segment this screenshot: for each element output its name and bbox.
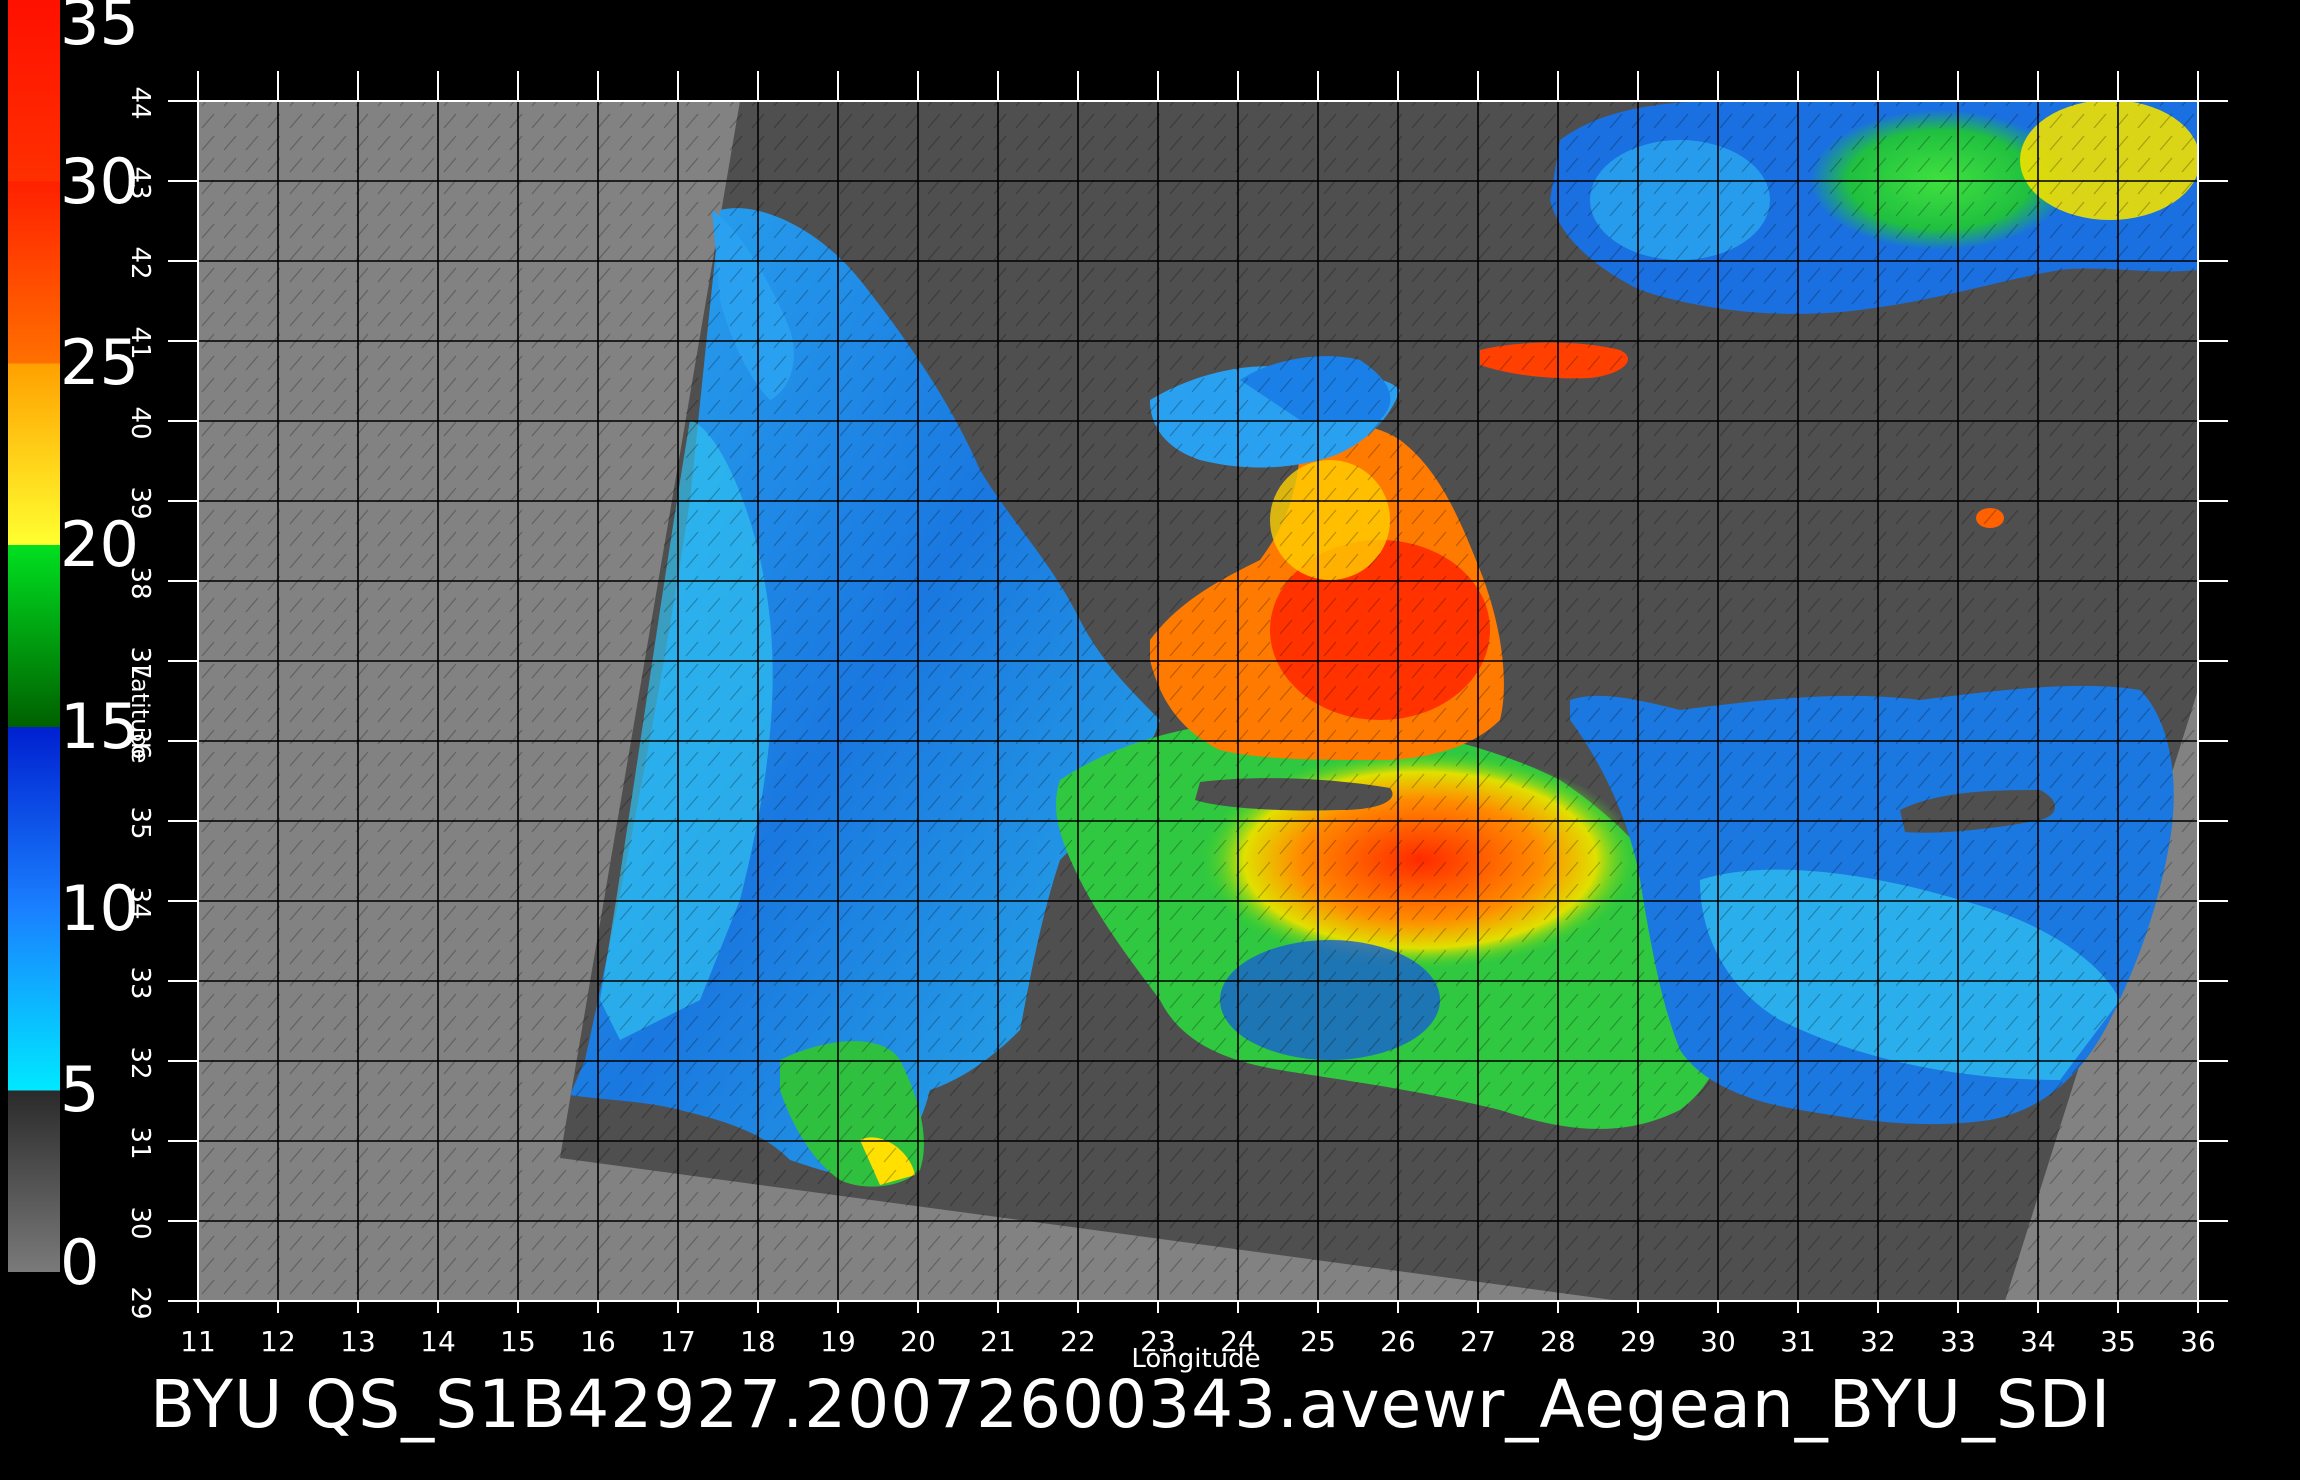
colorbar-label: 35 [60,0,139,59]
longitude-tick-label: 27 [1460,1325,1496,1358]
longitude-tick-label: 13 [340,1325,376,1358]
latitude-tick-label: 31 [125,1126,155,1160]
latitude-tick-label: 38 [125,566,155,600]
latitude-tick-label: 29 [125,1286,155,1320]
longitude-tick-label: 33 [1940,1325,1976,1358]
longitude-tick-label: 20 [900,1325,936,1358]
longitude-tick-label: 21 [980,1325,1016,1358]
latitude-tick-label: 32 [125,1046,155,1080]
longitude-tick-label: 31 [1780,1325,1816,1358]
wind-vectors [198,101,2198,1301]
longitude-tick-label: 26 [1380,1325,1416,1358]
colorbar [8,0,60,1272]
longitude-tick-label: 28 [1540,1325,1576,1358]
colorbar-label: 5 [60,1053,100,1127]
longitude-tick-label: 14 [420,1325,456,1358]
y-axis-label: Latitude [126,664,154,764]
longitude-tick-label: 32 [1860,1325,1896,1358]
longitude-tick-label: 25 [1300,1325,1336,1358]
footer-title: BYU QS_S1B42927.20072600343.avewr_Aegean… [150,1366,2112,1443]
longitude-tick-label: 18 [740,1325,776,1358]
longitude-tick-label: 16 [580,1325,616,1358]
latitude-tick-label: 42 [125,246,155,280]
latitude-tick-label: 41 [125,326,155,360]
longitude-tick-label: 11 [180,1325,216,1358]
wind-map [168,71,2228,1313]
colorbar-gradient [8,0,60,1272]
longitude-tick-label: 15 [500,1325,536,1358]
latitude-tick-label: 35 [125,806,155,840]
colorbar-label: 0 [60,1226,100,1299]
latitude-tick-label: 34 [125,886,155,920]
longitude-tick-label: 12 [260,1325,296,1358]
latitude-tick-label: 43 [125,166,155,200]
longitude-tick-label: 34 [2020,1325,2056,1358]
latitude-tick-label: 40 [125,406,155,440]
longitude-tick-label: 29 [1620,1325,1656,1358]
latitude-tick-label: 44 [125,86,155,120]
map-plot-area [198,101,2198,1301]
longitude-tick-label: 17 [660,1325,696,1358]
latitude-tick-label: 30 [125,1206,155,1240]
longitude-tick-label: 19 [820,1325,856,1358]
latitude-tick-label: 39 [125,486,155,520]
longitude-tick-label: 36 [2180,1325,2216,1358]
latitude-tick-label: 33 [125,966,155,1000]
longitude-tick-label: 35 [2100,1325,2136,1358]
longitude-tick-label: 30 [1700,1325,1736,1358]
